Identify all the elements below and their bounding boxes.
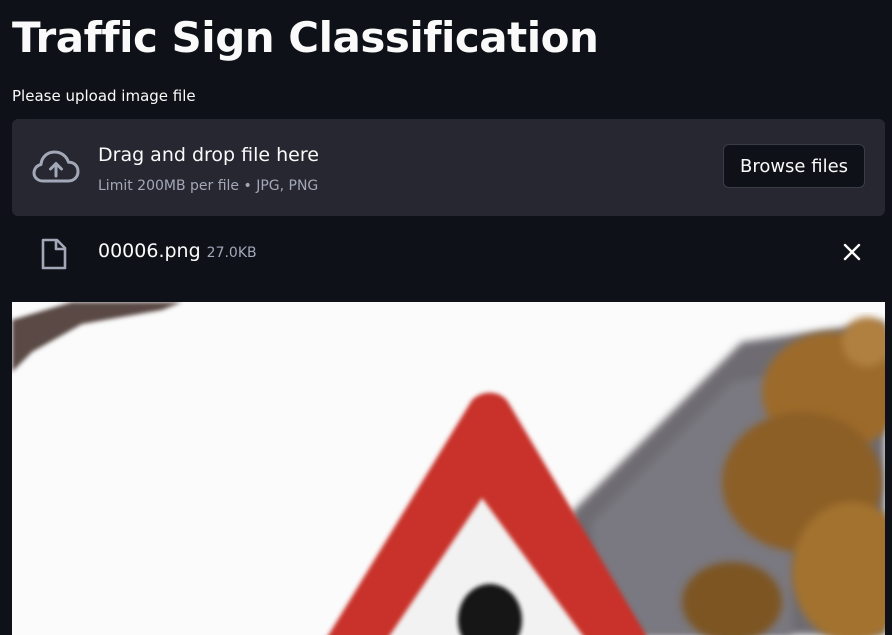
file-name-line: 00006.png 27.0KB (98, 239, 257, 265)
cloud-upload-icon (32, 150, 80, 183)
file-name: 00006.png (98, 240, 201, 262)
page-title: Traffic Sign Classification (12, 13, 599, 62)
dropzone-limit: Limit 200MB per file • JPG, PNG (98, 178, 319, 194)
dropzone-title: Drag and drop file here (98, 144, 319, 166)
traffic-sign-image (12, 302, 885, 635)
upload-label: Please upload image file (12, 87, 196, 105)
uploaded-file-item: 00006.png 27.0KB (12, 228, 885, 278)
app-page: Traffic Sign Classification Please uploa… (0, 0, 892, 635)
file-icon (41, 238, 67, 270)
browse-files-button[interactable]: Browse files (723, 144, 865, 188)
close-icon[interactable] (840, 240, 864, 264)
uploaded-image-preview (12, 302, 885, 635)
file-size: 27.0KB (206, 245, 257, 261)
file-dropzone[interactable]: Drag and drop file here Limit 200MB per … (12, 119, 885, 216)
